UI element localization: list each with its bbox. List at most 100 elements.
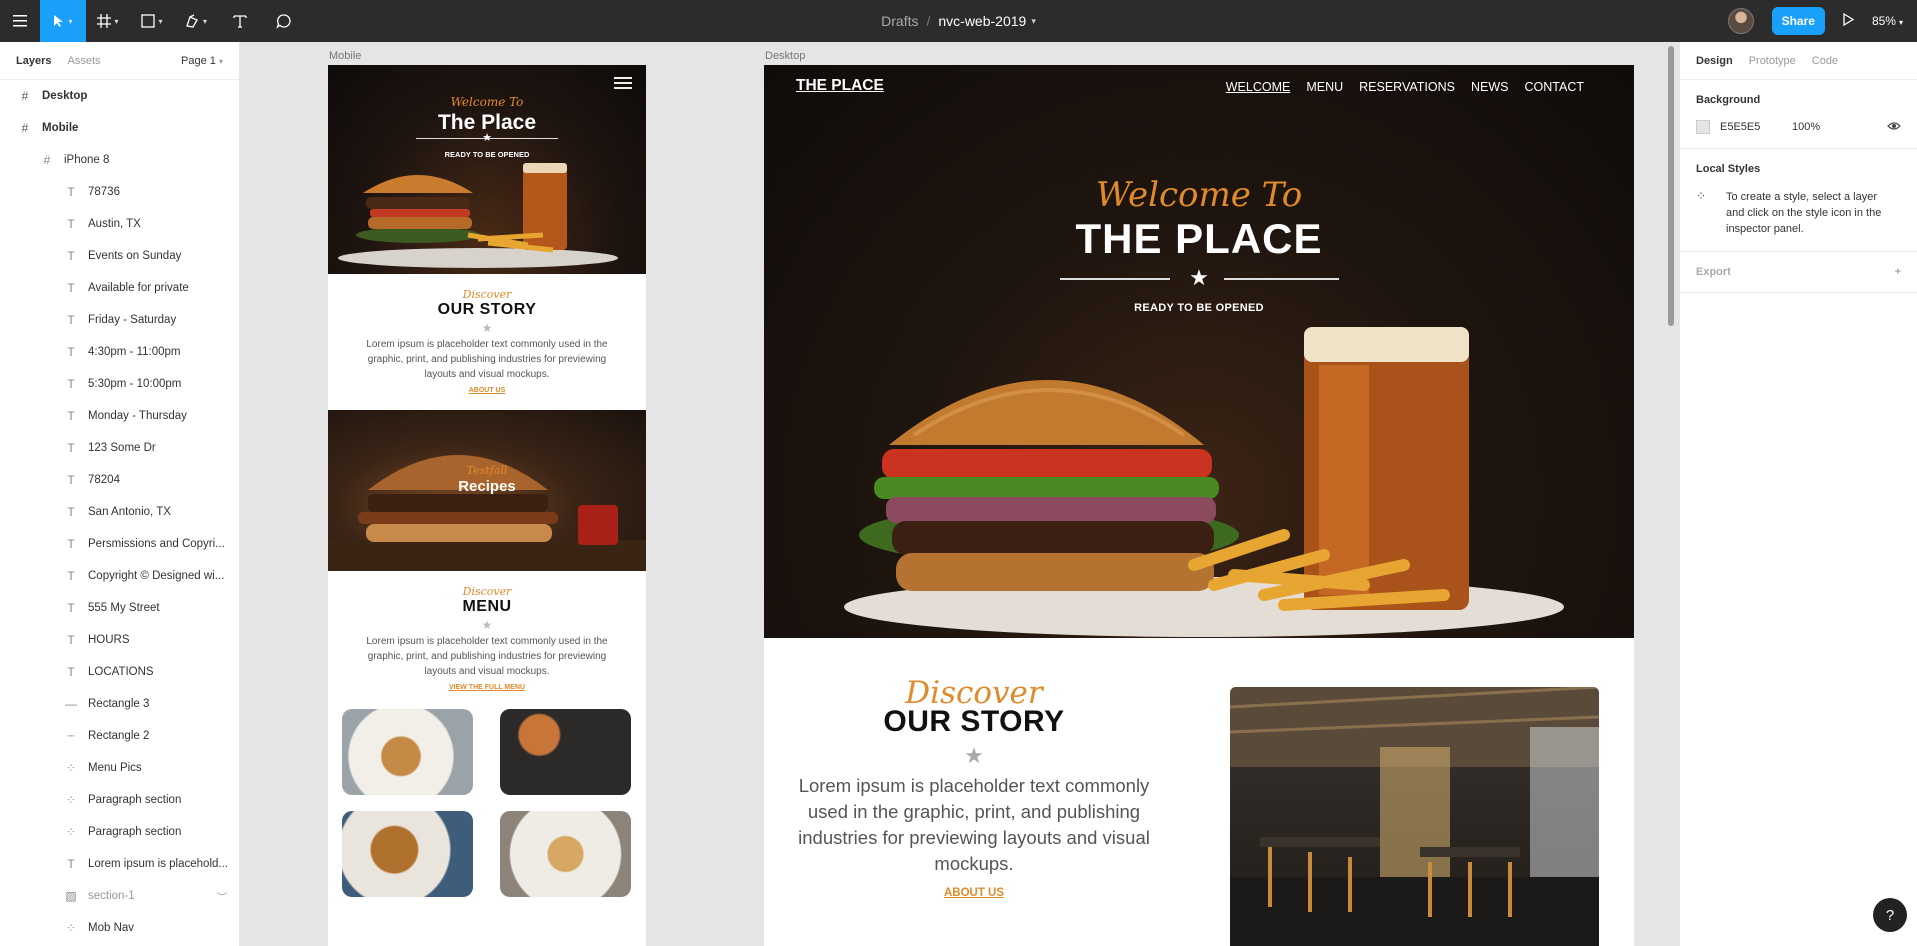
layer-row[interactable]: # Desktop — [0, 80, 239, 112]
layer-row[interactable]: T 4:30pm - 11:00pm — [0, 336, 239, 368]
layer-name: HOURS — [88, 634, 130, 646]
chevron-down-icon[interactable]: ▾ — [1031, 16, 1036, 27]
tab-assets[interactable]: Assets — [67, 55, 100, 67]
layer-row[interactable]: T 78204 — [0, 464, 239, 496]
breadcrumb-drafts[interactable]: Drafts — [881, 13, 918, 29]
page-selector[interactable]: Page 1 ▾ — [181, 55, 223, 67]
star-icon: ★ — [481, 321, 493, 335]
desktop-about-link[interactable]: ABOUT US — [794, 887, 1154, 899]
star-icon: ★ — [1189, 265, 1209, 290]
layer-row[interactable]: T LOCATIONS — [0, 656, 239, 688]
background-opacity-input[interactable]: 100% — [1792, 121, 1820, 133]
hamburger-menu-icon[interactable] — [0, 0, 40, 42]
text-tool-icon[interactable] — [218, 0, 262, 42]
comment-tool-icon[interactable] — [262, 0, 306, 42]
hero-burger-beer-image — [844, 327, 1564, 637]
move-tool-button[interactable]: ▾ — [40, 0, 86, 42]
layer-row[interactable]: T 78736 — [0, 176, 239, 208]
file-name[interactable]: nvc-web-2019 — [938, 13, 1026, 29]
layer-row[interactable]: # iPhone 8 — [0, 144, 239, 176]
zoom-dropdown[interactable]: 85% ▾ — [1872, 14, 1903, 28]
background-color-swatch[interactable] — [1696, 120, 1710, 134]
export-heading: Export — [1696, 266, 1731, 278]
mobile-recipes-title: Recipes — [458, 478, 516, 495]
mobile-frame-label[interactable]: Mobile — [329, 50, 361, 62]
frame-layer-icon: # — [21, 89, 29, 103]
nav-menu[interactable]: MENU — [1306, 80, 1343, 94]
text-layer-icon: T — [67, 633, 75, 647]
layer-row[interactable]: T HOURS — [0, 624, 239, 656]
site-nav: WELCOME MENU RESERVATIONS NEWS CONTACT — [1226, 80, 1584, 94]
site-logo[interactable]: THE PLACE — [796, 77, 884, 95]
layer-row[interactable]: T 123 Some Dr — [0, 432, 239, 464]
layer-name: 123 Some Dr — [88, 442, 156, 454]
layer-row[interactable]: ┄ Rectangle 2 — [0, 720, 239, 752]
layer-name: Rectangle 3 — [88, 698, 150, 710]
mobile-menu-link[interactable]: VIEW THE FULL MENU — [358, 684, 616, 691]
layer-row[interactable]: T Austin, TX — [0, 208, 239, 240]
layer-row[interactable]: T Friday - Saturday — [0, 304, 239, 336]
add-export-icon[interactable]: + — [1895, 266, 1901, 278]
frame-layer-icon: # — [21, 121, 29, 135]
layer-row[interactable]: T Copyright © Designed wi... — [0, 560, 239, 592]
tab-design[interactable]: Design — [1696, 55, 1733, 67]
play-icon[interactable] — [1843, 12, 1855, 29]
nav-reservations[interactable]: RESERVATIONS — [1359, 80, 1455, 94]
layer-name: Friday - Saturday — [88, 314, 177, 326]
background-hex-input[interactable]: E5E5E5 — [1720, 121, 1792, 133]
menu-pic-1 — [342, 709, 473, 795]
layer-row[interactable]: T Persmissions and Copyri... — [0, 528, 239, 560]
mobile-about-link[interactable]: ABOUT US — [358, 387, 616, 394]
mobile-frame[interactable]: Welcome To The Place ★ READY TO BE OPENE… — [328, 65, 646, 946]
pen-tool-button[interactable]: ▾ — [174, 0, 218, 42]
mobile-menu-icon[interactable] — [614, 77, 632, 92]
layer-row[interactable]: T Monday - Thursday — [0, 400, 239, 432]
layer-row[interactable]: T Lorem ipsum is placehold... — [0, 848, 239, 880]
frame-tool-button[interactable]: ▾ — [86, 0, 130, 42]
shape-tool-button[interactable]: ▾ — [130, 0, 174, 42]
mobile-menu-discover: Discover — [462, 585, 512, 598]
share-button[interactable]: Share — [1771, 7, 1825, 35]
chevron-down-icon: ▾ — [1898, 18, 1903, 27]
zoom-level: 85% — [1871, 14, 1896, 28]
mobile-menu-pics — [328, 691, 646, 915]
layer-name: Mobile — [42, 122, 79, 134]
tab-layers[interactable]: Layers — [16, 55, 51, 67]
tab-code[interactable]: Code — [1812, 55, 1838, 67]
nav-contact[interactable]: CONTACT — [1525, 80, 1585, 94]
layer-row[interactable]: ⁘ Mob Nav — [0, 912, 239, 944]
menu-pic-3 — [342, 811, 473, 897]
eye-icon[interactable] — [1887, 120, 1901, 134]
layer-row[interactable]: ⁘ Paragraph section — [0, 816, 239, 848]
layer-row[interactable]: — Rectangle 3 — [0, 688, 239, 720]
layer-row[interactable]: T San Antonio, TX — [0, 496, 239, 528]
nav-welcome[interactable]: WELCOME — [1226, 80, 1291, 94]
layer-row[interactable]: ⁘ Menu Pics — [0, 752, 239, 784]
text-layer-icon: T — [67, 537, 75, 551]
desktop-frame[interactable]: THE PLACE WELCOME MENU RESERVATIONS NEWS… — [764, 65, 1634, 946]
text-layer-icon: T — [67, 601, 75, 615]
nav-news[interactable]: NEWS — [1471, 80, 1509, 94]
hidden-eye-icon[interactable]: ︶ — [217, 889, 227, 904]
star-icon: ★ — [481, 618, 493, 632]
layer-row[interactable]: T 5:30pm - 10:00pm — [0, 368, 239, 400]
menu-pic-4 — [500, 811, 631, 897]
layer-name: Available for private — [88, 282, 189, 294]
canvas[interactable]: Mobile Desktop Welcome To The Place ★ RE… — [240, 42, 1679, 946]
local-styles-hint: To create a style, select a layer and cl… — [1726, 191, 1882, 235]
layer-row[interactable]: T 555 My Street — [0, 592, 239, 624]
layer-row[interactable]: T Available for private — [0, 272, 239, 304]
layer-row[interactable]: ▨ section-1 ︶ — [0, 880, 239, 912]
layer-row[interactable]: ⁘ Paragraph section — [0, 784, 239, 816]
avatar[interactable] — [1727, 8, 1754, 34]
desktop-ready-text: READY TO BE OPENED — [1134, 302, 1264, 314]
tab-prototype[interactable]: Prototype — [1749, 55, 1796, 67]
desktop-title: THE PLACE — [1075, 215, 1323, 262]
layer-name: iPhone 8 — [64, 154, 110, 166]
mobile-story-text: Lorem ipsum is placeholder text commonly… — [366, 339, 608, 380]
desktop-frame-label[interactable]: Desktop — [765, 50, 805, 62]
canvas-scrollbar[interactable] — [1668, 46, 1674, 326]
help-button[interactable]: ? — [1873, 898, 1907, 932]
layer-row[interactable]: # Mobile — [0, 112, 239, 144]
layer-row[interactable]: T Events on Sunday — [0, 240, 239, 272]
